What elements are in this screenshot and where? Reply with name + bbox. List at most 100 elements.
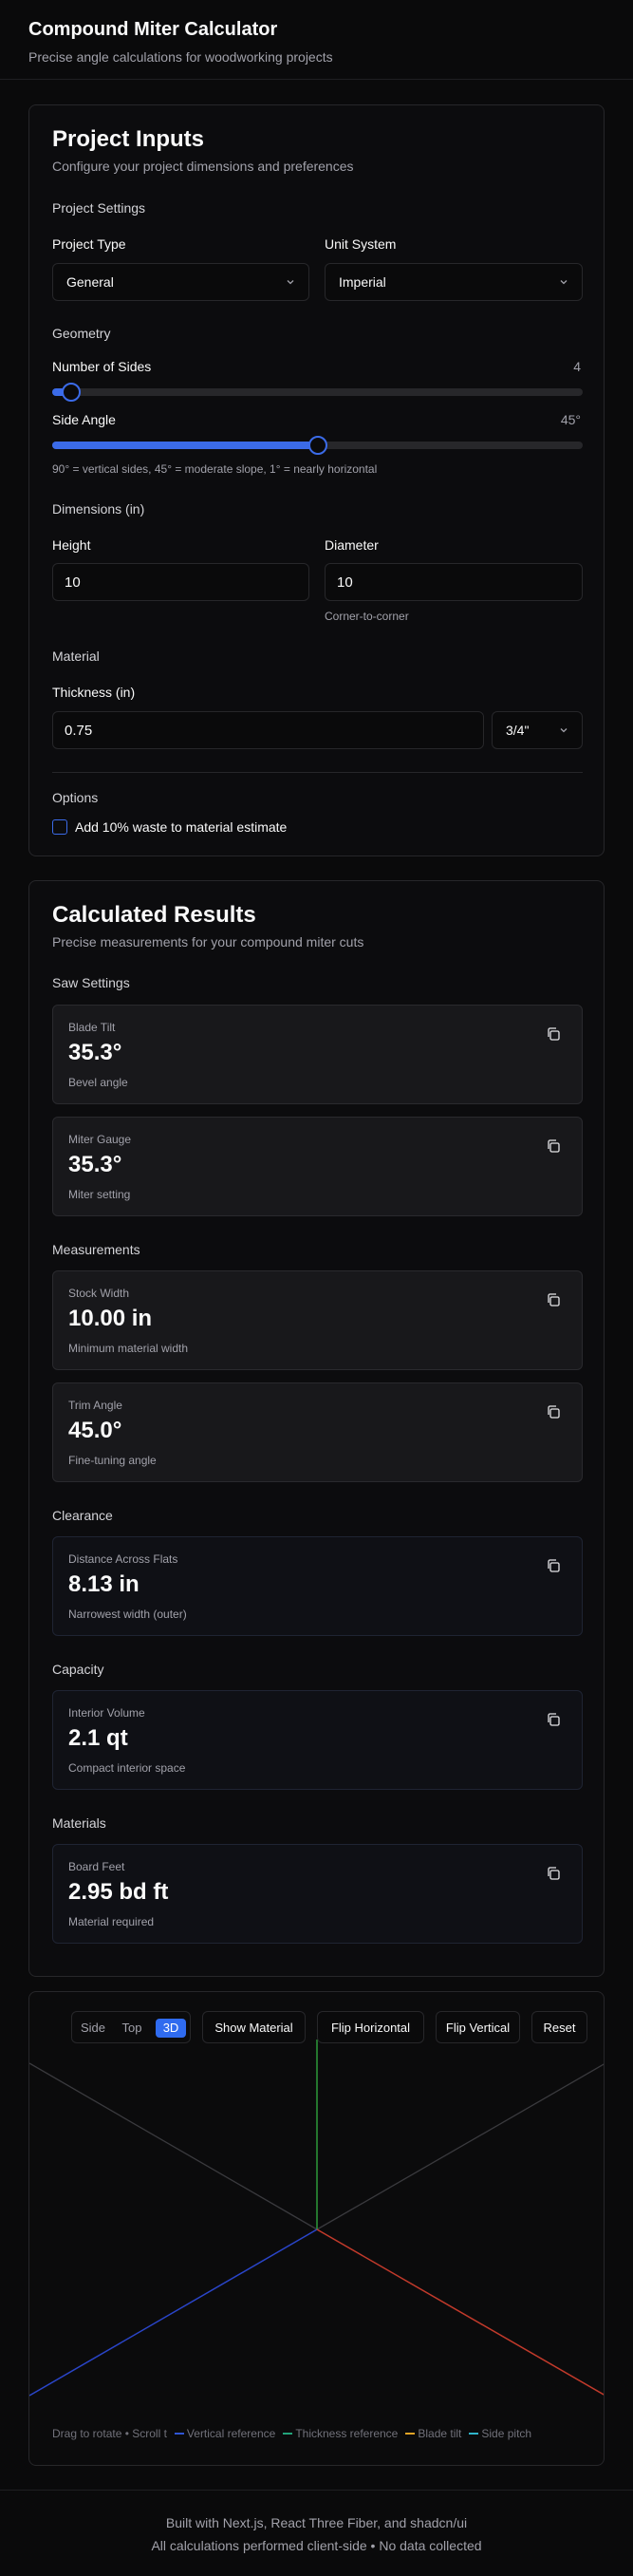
trim-angle-value: 45.0°: [68, 1418, 122, 1443]
footer-line-2: All calculations performed client-side •…: [151, 2538, 482, 2553]
chevron-down-icon: [287, 280, 294, 285]
show-material-button[interactable]: Show Material: [202, 2011, 306, 2043]
height-input[interactable]: 10: [52, 563, 309, 601]
thickness-reference-label: Thickness reference: [295, 2427, 399, 2440]
perspective-line-upper-left: [29, 2062, 318, 2230]
perspective-line-upper-right: [316, 2063, 604, 2230]
dimensions-heading: Dimensions (in): [52, 501, 145, 517]
footer: Built with Next.js, React Three Fiber, a…: [0, 2490, 633, 2553]
side-angle-slider-fill: [52, 442, 318, 449]
distance-flats-desc: Narrowest width (outer): [68, 1608, 187, 1621]
view-toggle-group: Side Top 3D: [71, 2011, 191, 2043]
measurements-heading: Measurements: [52, 1242, 140, 1257]
flip-horizontal-button[interactable]: Flip Horizontal: [317, 2011, 424, 2043]
side-pitch-label: Side pitch: [481, 2427, 532, 2440]
blade-tilt-desc: Bevel angle: [68, 1076, 128, 1089]
stock-width-value: 10.00 in: [68, 1306, 153, 1331]
sides-slider[interactable]: [52, 383, 583, 402]
blade-tilt-value: 35.3°: [68, 1040, 122, 1065]
distance-flats-card: Distance Across Flats 8.13 in Narrowest …: [52, 1536, 583, 1636]
inputs-subtitle: Configure your project dimensions and pr…: [52, 159, 354, 174]
miter-gauge-value: 35.3°: [68, 1152, 122, 1177]
side-angle-slider[interactable]: [52, 436, 583, 455]
geometry-heading: Geometry: [52, 326, 111, 341]
thickness-preset-select[interactable]: 3/4": [492, 711, 583, 749]
viewer-canvas[interactable]: [29, 1992, 605, 2466]
view-3d-button[interactable]: 3D: [156, 2019, 186, 2038]
viewer-instructions: Drag to rotate • Scroll t: [52, 2427, 167, 2440]
trim-angle-card: Trim Angle 45.0° Fine-tuning angle: [52, 1382, 583, 1482]
project-settings-heading: Project Settings: [52, 200, 146, 216]
clearance-heading: Clearance: [52, 1508, 113, 1523]
project-type-label: Project Type: [52, 236, 126, 252]
chevron-down-icon: [560, 728, 568, 733]
unit-system-value: Imperial: [339, 274, 386, 290]
board-feet-card: Board Feet 2.95 bd ft Material required: [52, 1844, 583, 1944]
blade-tilt-label: Blade Tilt: [68, 1021, 116, 1034]
capacity-heading: Capacity: [52, 1662, 104, 1677]
board-feet-label: Board Feet: [68, 1860, 125, 1873]
miter-gauge-card: Miter Gauge 35.3° Miter setting: [52, 1117, 583, 1216]
vertical-reference-swatch: [174, 2433, 184, 2435]
interior-volume-value: 2.1 qt: [68, 1725, 128, 1751]
copy-icon[interactable]: [546, 1292, 561, 1307]
copy-icon[interactable]: [546, 1866, 561, 1881]
interior-volume-card: Interior Volume 2.1 qt Compact interior …: [52, 1690, 583, 1790]
project-type-value: General: [66, 274, 114, 290]
waste-checkbox[interactable]: [52, 819, 67, 835]
side-angle-value: 45°: [560, 412, 581, 427]
app-subtitle: Precise angle calculations for woodworki…: [28, 49, 333, 65]
viewer-card: Side Top 3D Show Material Flip Horizonta…: [28, 1991, 605, 2466]
results-card: Calculated Results Precise measurements …: [28, 880, 605, 1977]
thickness-preset-value: 3/4": [506, 723, 530, 738]
distance-flats-label: Distance Across Flats: [68, 1552, 178, 1566]
thickness-reference-swatch: [283, 2433, 293, 2435]
waste-checkbox-label[interactable]: Add 10% waste to material estimate: [75, 819, 287, 835]
vertical-reference-label: Vertical reference: [186, 2427, 276, 2440]
blade-tilt-legend-label: Blade tilt: [418, 2427, 462, 2440]
distance-flats-value: 8.13 in: [68, 1571, 140, 1597]
interior-volume-desc: Compact interior space: [68, 1761, 186, 1775]
axis-x-line: [316, 2228, 604, 2396]
saw-settings-heading: Saw Settings: [52, 975, 130, 990]
view-top-button[interactable]: Top: [115, 2019, 149, 2038]
project-type-select[interactable]: General: [52, 263, 309, 301]
sides-slider-thumb[interactable]: [62, 383, 81, 402]
miter-gauge-label: Miter Gauge: [68, 1133, 132, 1146]
app-title: Compound Miter Calculator: [28, 19, 278, 40]
viewer-legend: Drag to rotate • Scroll t Vertical refer…: [52, 2427, 531, 2440]
materials-heading: Materials: [52, 1815, 106, 1831]
sides-value: 4: [573, 359, 581, 374]
stock-width-label: Stock Width: [68, 1287, 130, 1300]
app-header: Compound Miter Calculator Precise angle …: [0, 0, 633, 80]
unit-system-label: Unit System: [325, 236, 397, 252]
board-feet-desc: Material required: [68, 1915, 155, 1928]
options-heading: Options: [52, 790, 99, 805]
blade-tilt-swatch: [405, 2433, 416, 2435]
flip-vertical-button[interactable]: Flip Vertical: [436, 2011, 520, 2043]
results-title: Calculated Results: [52, 902, 256, 928]
diameter-hint: Corner-to-corner: [325, 610, 409, 623]
sides-label: Number of Sides: [52, 359, 152, 374]
diameter-label: Diameter: [325, 537, 379, 553]
side-angle-slider-thumb[interactable]: [307, 436, 327, 455]
trim-angle-label: Trim Angle: [68, 1399, 122, 1412]
view-side-button[interactable]: Side: [76, 2019, 110, 2038]
thickness-input[interactable]: 0.75: [52, 711, 484, 749]
side-pitch-swatch: [469, 2433, 479, 2435]
chevron-down-icon: [560, 280, 568, 285]
reset-button[interactable]: Reset: [531, 2011, 587, 2043]
results-subtitle: Precise measurements for your compound m…: [52, 934, 364, 950]
diameter-input[interactable]: 10: [325, 563, 583, 601]
copy-icon[interactable]: [546, 1712, 561, 1727]
copy-icon[interactable]: [546, 1138, 561, 1154]
side-angle-hint: 90° = vertical sides, 45° = moderate slo…: [52, 462, 378, 476]
side-angle-label: Side Angle: [52, 412, 116, 427]
copy-icon[interactable]: [546, 1558, 561, 1573]
blade-tilt-card: Blade Tilt 35.3° Bevel angle: [52, 1005, 583, 1104]
unit-system-select[interactable]: Imperial: [325, 263, 583, 301]
trim-angle-desc: Fine-tuning angle: [68, 1454, 157, 1467]
copy-icon[interactable]: [546, 1404, 561, 1420]
copy-icon[interactable]: [546, 1026, 561, 1042]
material-heading: Material: [52, 649, 100, 664]
